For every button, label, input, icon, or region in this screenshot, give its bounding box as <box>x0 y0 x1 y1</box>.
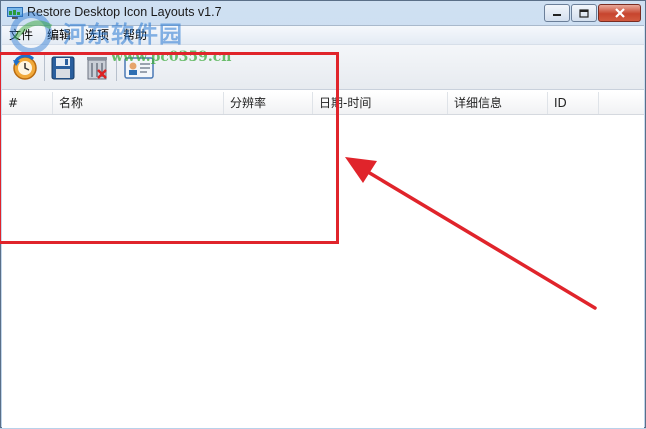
caption-buttons <box>543 4 641 23</box>
watermark-text: 河东软件园 <box>63 22 183 48</box>
minimize-button[interactable] <box>544 4 570 22</box>
watermark-logo-icon <box>10 12 53 54</box>
maximize-icon <box>579 8 589 18</box>
annotation-box <box>0 52 339 244</box>
minimize-icon <box>553 14 561 16</box>
app-window: Restore Desktop Icon Layouts v1.7 文件 编辑 … <box>0 0 646 428</box>
column-id[interactable]: ID <box>548 92 599 114</box>
column-details[interactable]: 详细信息 <box>448 92 548 114</box>
maximize-button[interactable] <box>571 4 597 22</box>
close-button[interactable] <box>598 4 641 22</box>
close-icon <box>614 8 625 18</box>
